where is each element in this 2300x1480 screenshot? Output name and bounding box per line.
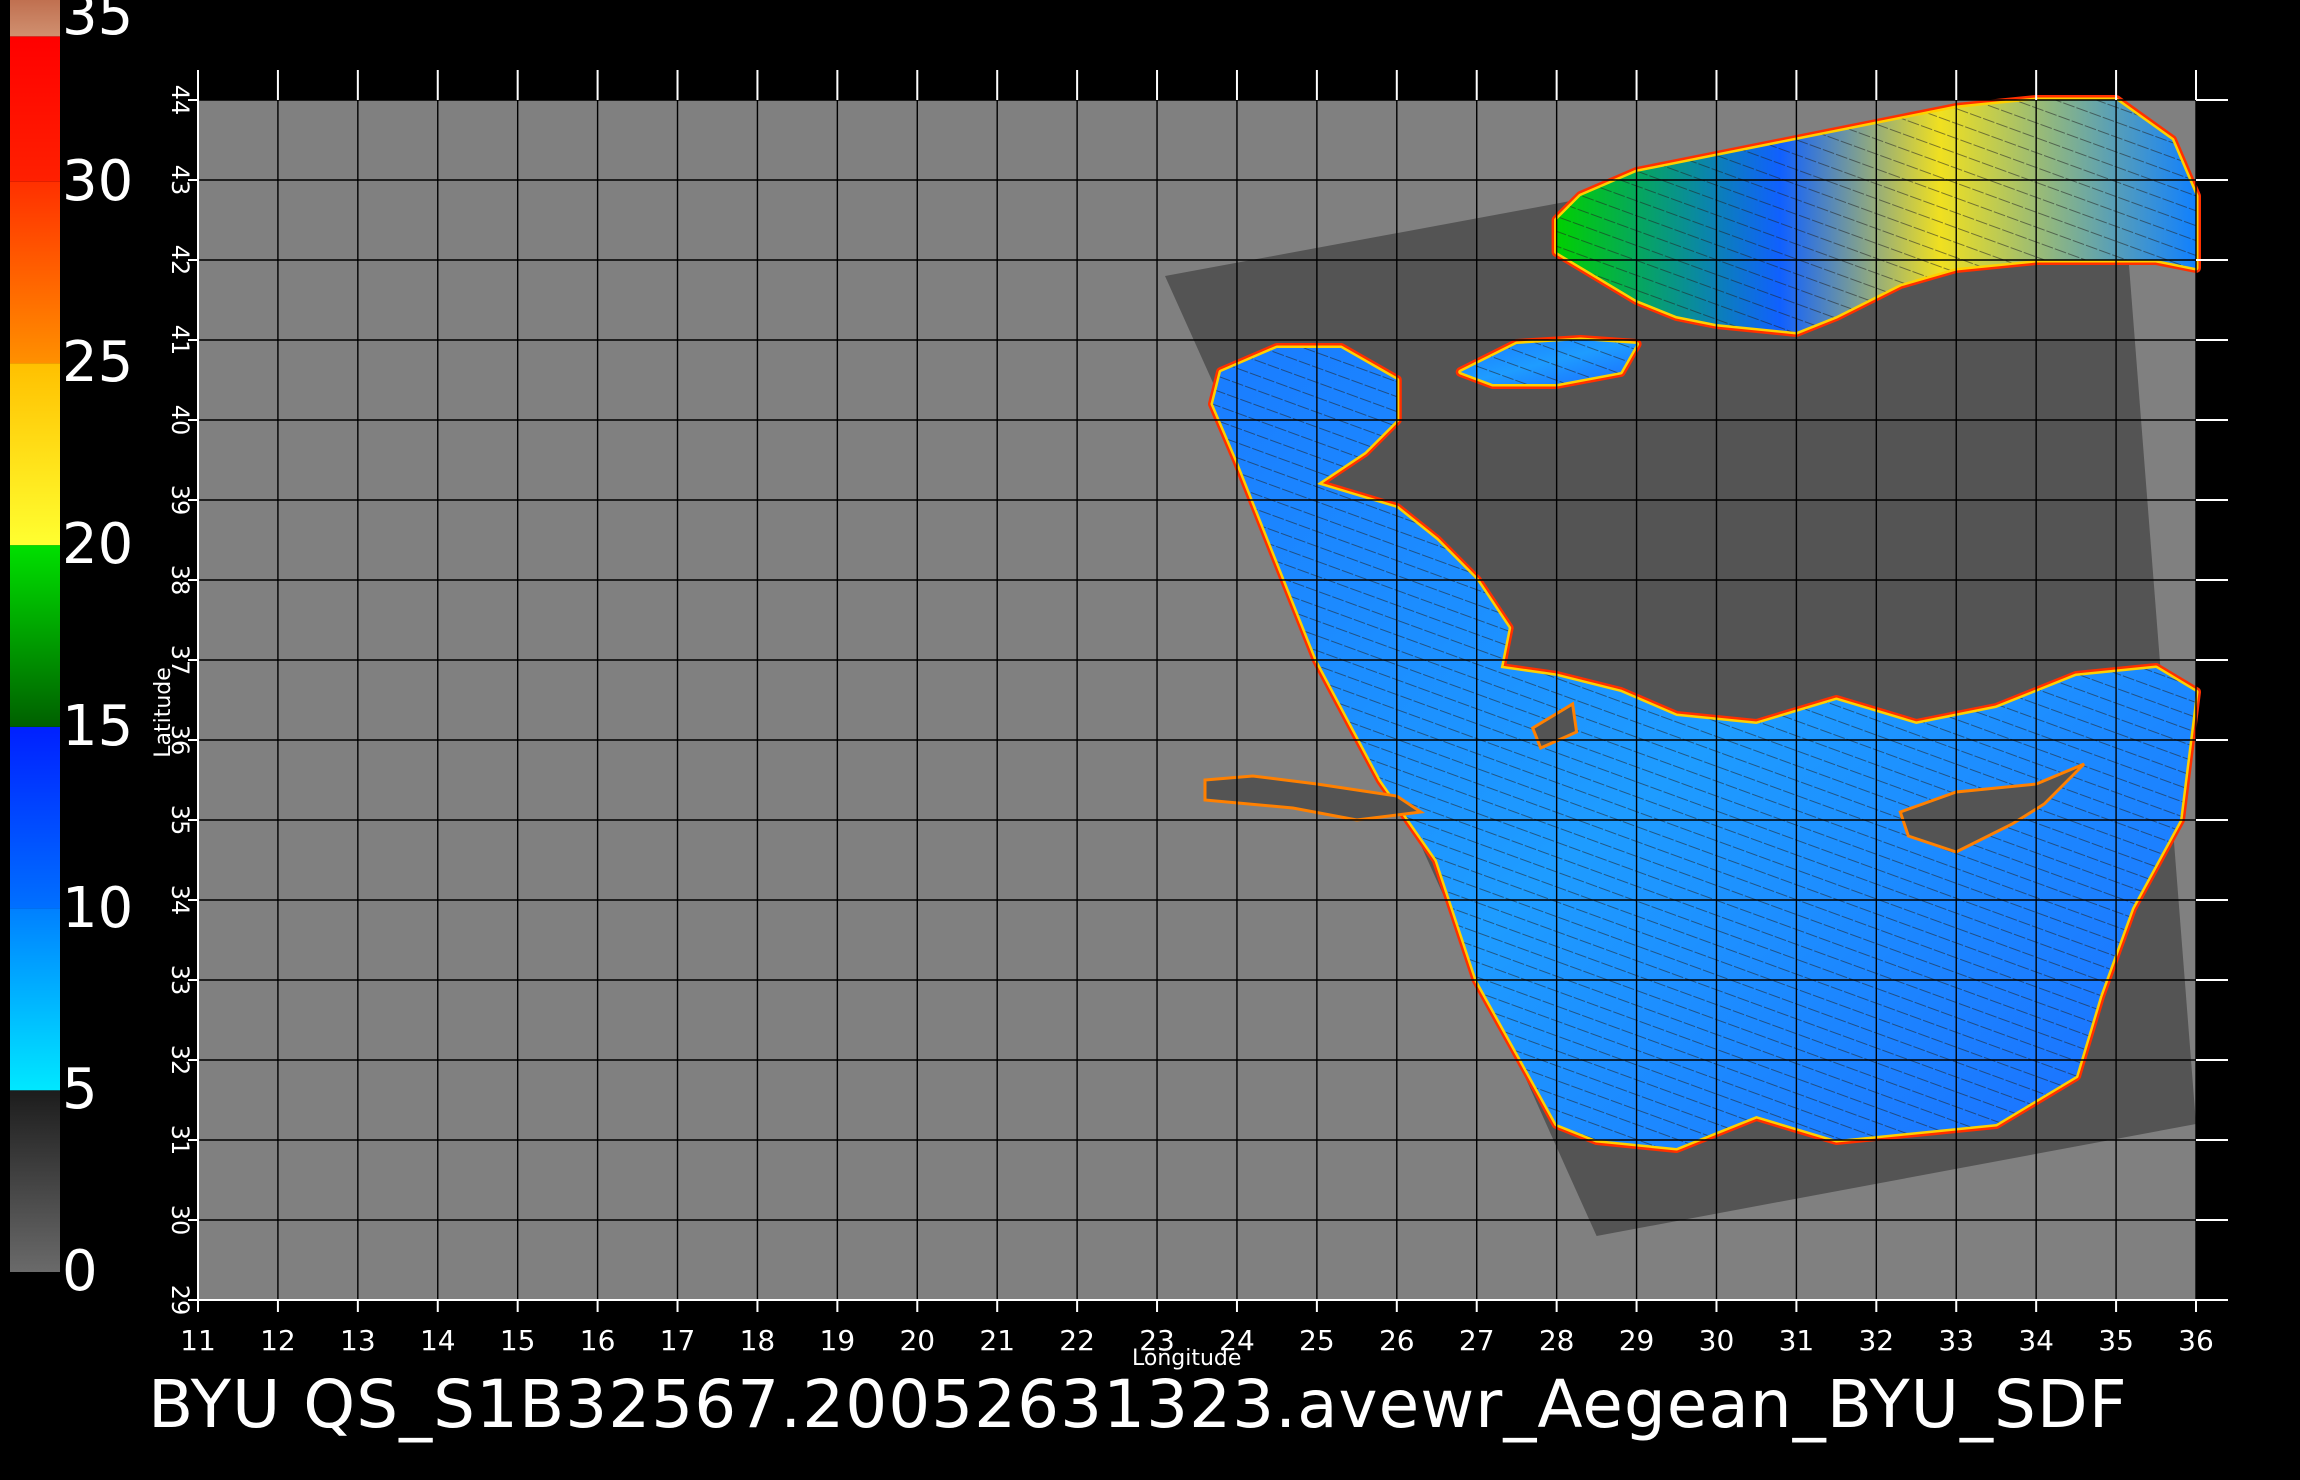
y-tick-label: 31 bbox=[166, 1125, 194, 1156]
x-tick-label: 26 bbox=[1379, 1324, 1415, 1357]
x-tick-label: 25 bbox=[1299, 1324, 1335, 1357]
x-tick-label: 34 bbox=[2018, 1324, 2054, 1357]
colorbar-label: 25 bbox=[62, 330, 134, 396]
x-tick-label: 18 bbox=[740, 1324, 776, 1357]
y-tick-label: 44 bbox=[166, 85, 194, 116]
x-tick-label: 21 bbox=[979, 1324, 1015, 1357]
x-tick-label: 19 bbox=[820, 1324, 856, 1357]
y-tick-label: 38 bbox=[166, 565, 194, 596]
colorbar-label: 35 bbox=[62, 0, 134, 48]
colorbar-segment bbox=[10, 1090, 60, 1272]
colorbar-segment bbox=[10, 181, 60, 364]
x-tick-label: 27 bbox=[1459, 1324, 1495, 1357]
y-tick-label: 41 bbox=[166, 325, 194, 356]
x-tick-label: 35 bbox=[2098, 1324, 2134, 1357]
y-tick-label: 42 bbox=[166, 245, 194, 276]
y-tick-label: 33 bbox=[166, 965, 194, 996]
figure-title: BYU QS_S1B32567.20052631323.avewr_Aegean… bbox=[148, 1366, 2128, 1443]
x-tick-label: 29 bbox=[1619, 1324, 1655, 1357]
colorbar-segment bbox=[10, 363, 60, 546]
x-tick-label: 33 bbox=[1938, 1324, 1974, 1357]
colorbar-label: 10 bbox=[62, 875, 134, 941]
colorbar-label: 20 bbox=[62, 512, 134, 578]
x-tick-label: 31 bbox=[1779, 1324, 1815, 1357]
colorbar-segment bbox=[10, 908, 60, 1091]
y-tick-label: 39 bbox=[166, 485, 194, 516]
x-tick-label: 32 bbox=[1858, 1324, 1894, 1357]
map-plot-area: 11 12 13 14 15 16 17 18 19 20 21 22 23 24 25 26 27 28 29 30… bbox=[166, 70, 2228, 1357]
wind-speed-map-figure: 11 12 13 14 15 16 17 18 19 20 21 22 23 24 25 26 27 28 29 30… bbox=[10, 0, 2228, 1357]
x-tick-label: 13 bbox=[340, 1324, 376, 1357]
x-tick-label: 11 bbox=[180, 1324, 216, 1357]
colorbar-label: 15 bbox=[62, 693, 134, 759]
x-tick-label: 30 bbox=[1699, 1324, 1735, 1357]
colorbar-segment bbox=[10, 0, 60, 37]
colorbar-segment bbox=[10, 726, 60, 909]
y-tick-label: 43 bbox=[166, 165, 194, 196]
y-tick-label: 34 bbox=[166, 885, 194, 916]
x-tick-label: 16 bbox=[580, 1324, 616, 1357]
x-tick-label: 36 bbox=[2178, 1324, 2214, 1357]
y-tick-label: 29 bbox=[166, 1285, 194, 1316]
x-tick-label: 28 bbox=[1539, 1324, 1575, 1357]
colorbar-segment bbox=[10, 545, 60, 727]
x-tick-label: 17 bbox=[660, 1324, 696, 1357]
colorbar-label: 0 bbox=[62, 1239, 98, 1304]
x-tick-label: 14 bbox=[420, 1324, 456, 1357]
y-tick-label: 30 bbox=[166, 1205, 194, 1236]
x-tick-label: 20 bbox=[899, 1324, 935, 1357]
colorbar bbox=[10, 0, 60, 1272]
colorbar-label: 30 bbox=[62, 148, 134, 214]
x-tick-label: 15 bbox=[500, 1324, 536, 1357]
y-tick-label: 40 bbox=[166, 405, 194, 436]
y-tick-label: 32 bbox=[166, 1045, 194, 1076]
y-tick-label: 35 bbox=[166, 805, 194, 836]
colorbar-label: 5 bbox=[62, 1057, 98, 1123]
y-axis-title: Latitude bbox=[150, 667, 176, 758]
colorbar-segment bbox=[10, 36, 60, 182]
x-tick-label: 22 bbox=[1059, 1324, 1095, 1357]
x-tick-label: 12 bbox=[260, 1324, 296, 1357]
